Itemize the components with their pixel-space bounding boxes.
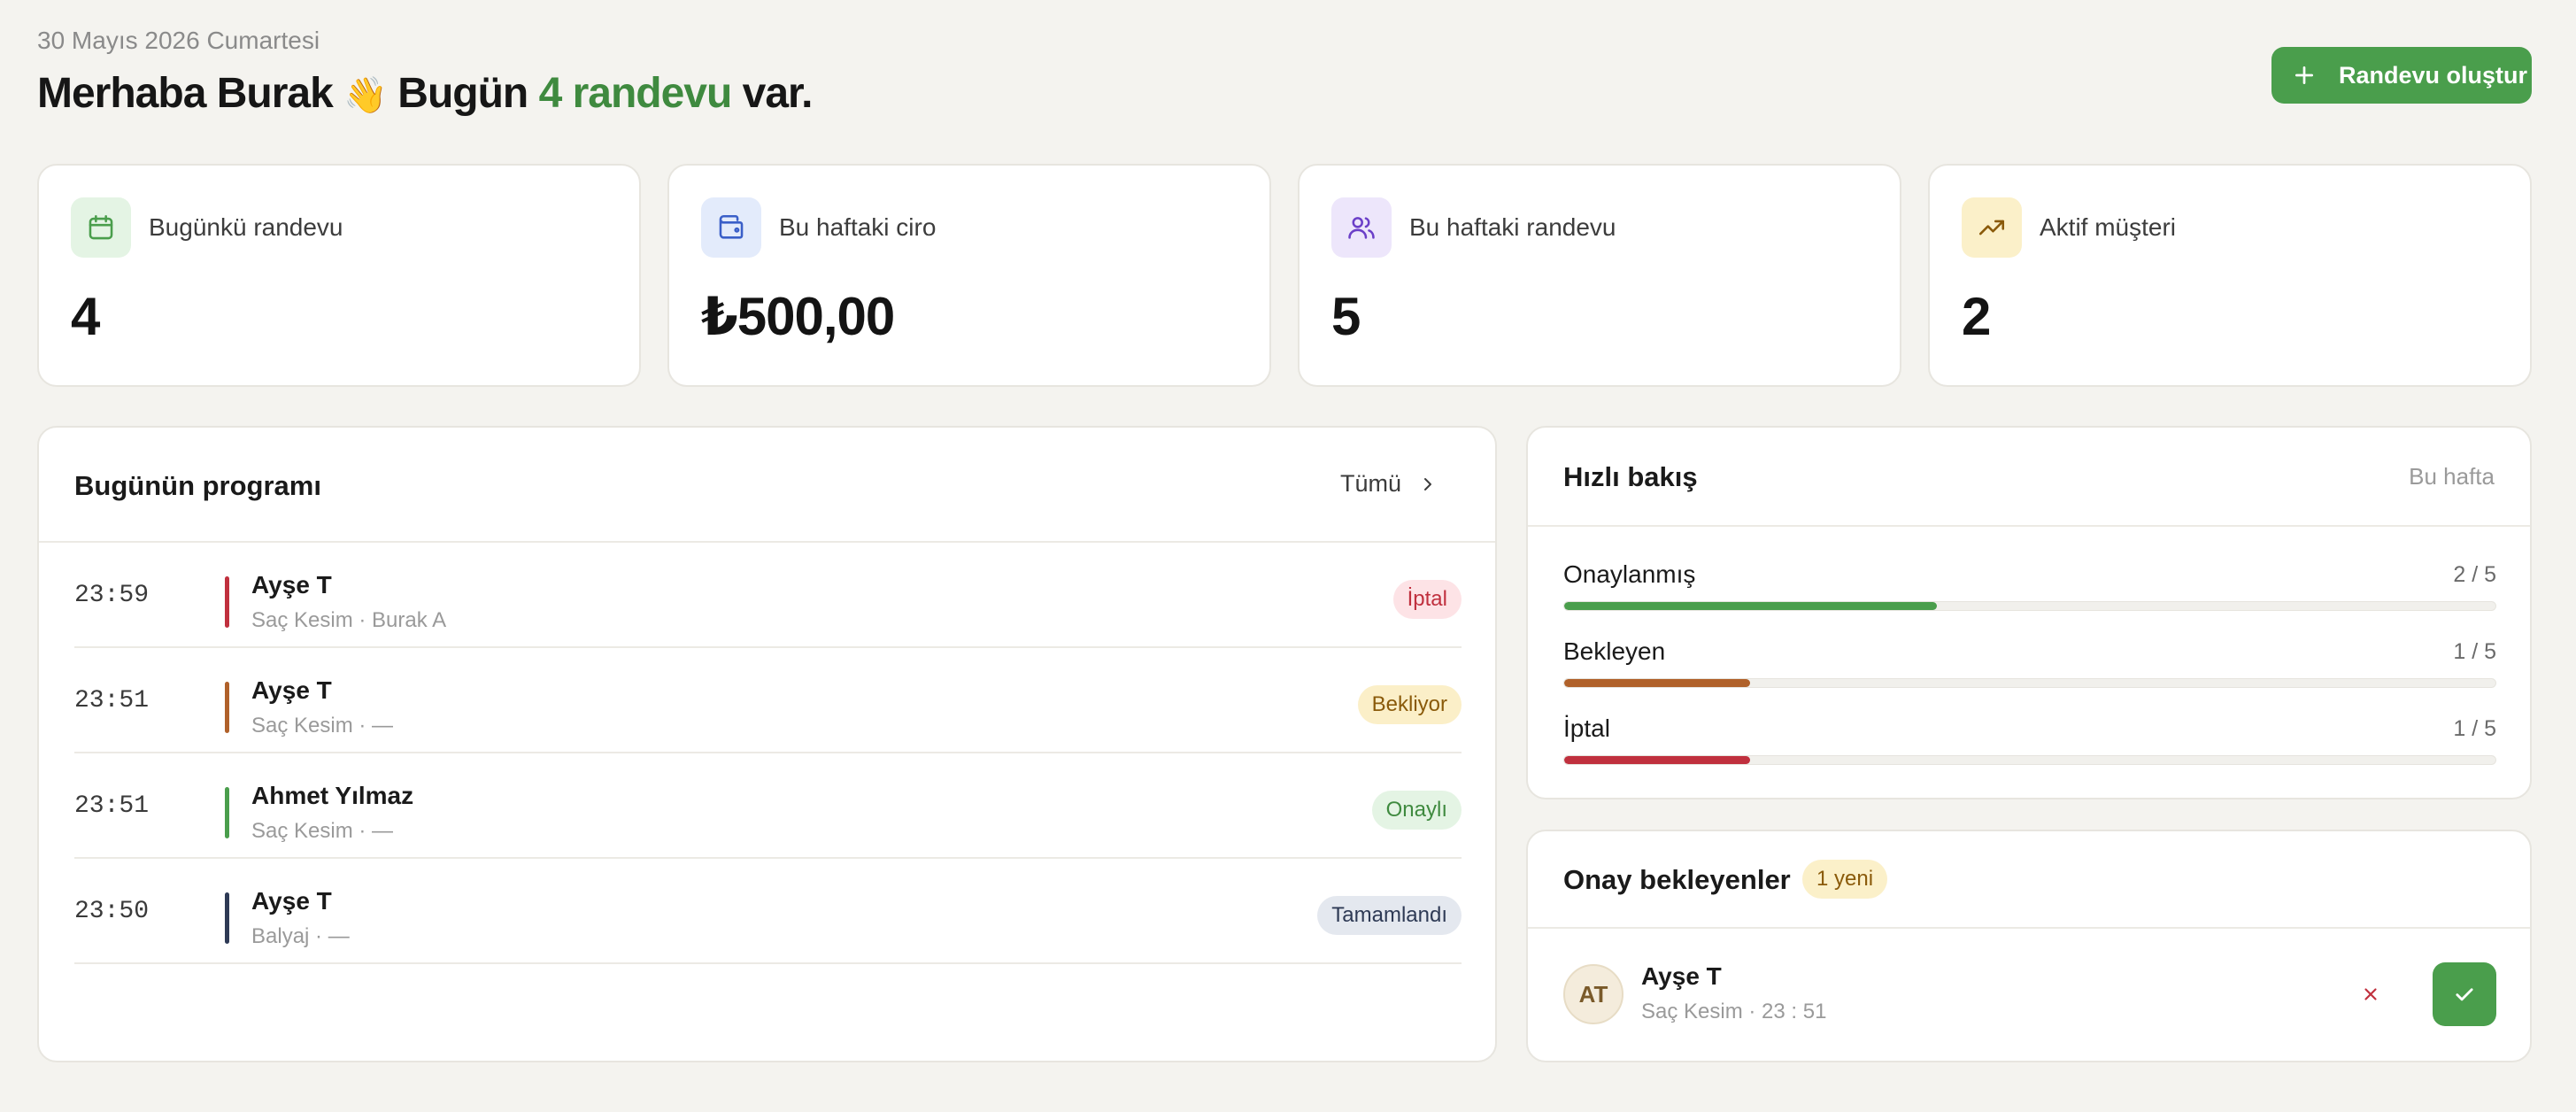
customer-name: Ayşe T xyxy=(251,887,332,915)
appointment-time: 23:59 xyxy=(74,582,150,609)
customer-name: Ayşe T xyxy=(251,676,332,704)
wave-emoji: 👋 xyxy=(343,75,388,116)
progress-track xyxy=(1563,678,2496,688)
users-icon xyxy=(1331,197,1392,258)
greeting-accent: 4 randevu xyxy=(538,70,733,117)
stat-label: Aktif müşteri xyxy=(2040,213,2177,241)
create-appointment-label: Randevu oluştur xyxy=(2339,61,2528,89)
appointment-time: 23:51 xyxy=(74,792,150,820)
status-bar xyxy=(225,892,229,944)
view-all-label: Tümü xyxy=(1339,470,1401,497)
close-icon xyxy=(2364,988,2377,1000)
progress-track xyxy=(1563,601,2496,611)
progress-label: İptal xyxy=(1563,714,1610,742)
status-badge: Bekliyor xyxy=(1357,685,1462,724)
pending-approvals-panel: Onay bekleyenler 1 yeni AT Ayşe T Saç Ke… xyxy=(1526,830,2532,1062)
period-label: Bu hafta xyxy=(2409,463,2495,490)
chevron-right-icon xyxy=(1424,477,1431,490)
panel-header: Bugünün programı Tümü xyxy=(39,428,1495,543)
greeting-prefix: Merhaba Burak xyxy=(37,70,334,117)
progress-fill xyxy=(1564,756,1751,764)
progress-track xyxy=(1563,755,2496,765)
create-appointment-button[interactable]: Randevu oluştur xyxy=(2271,47,2532,104)
check-icon xyxy=(2456,988,2473,1001)
appointment-time: 23:51 xyxy=(74,687,150,714)
calendar-icon xyxy=(71,197,131,258)
panel-header: Hızlı bakış Bu hafta xyxy=(1528,428,2530,527)
quick-overview-panel: Hızlı bakış Bu hafta Onaylanmış 2 / 5 Be… xyxy=(1526,426,2532,799)
progress-fill xyxy=(1564,679,1751,687)
stat-value: 5 xyxy=(1331,287,1361,346)
appointment-row[interactable]: 23:50 Ayşe T Balyaj · — Tamamlandı xyxy=(74,859,1462,964)
page-date: 30 Mayıs 2026 Cumartesi xyxy=(37,27,320,54)
appointment-row[interactable]: 23:51 Ahmet Yılmaz Saç Kesim · — Onaylı xyxy=(74,753,1462,859)
service-detail: Saç Kesim · Burak A xyxy=(251,608,447,632)
pending-customer-name: Ayşe T xyxy=(1641,962,1722,990)
progress-count: 1 / 5 xyxy=(2453,639,2496,664)
plus-icon xyxy=(2294,66,2314,85)
status-bar xyxy=(225,787,229,838)
progress-label: Onaylanmış xyxy=(1563,560,1696,588)
customer-name: Ayşe T xyxy=(251,571,332,598)
status-badge: Onaylı xyxy=(1371,791,1462,830)
greeting-suffix: var. xyxy=(731,70,814,117)
approve-button[interactable] xyxy=(2433,962,2496,1026)
service-detail: Balyaj · — xyxy=(251,924,350,948)
service-detail: Saç Kesim · — xyxy=(251,714,394,737)
appointment-row[interactable]: 23:59 Ayşe T Saç Kesim · Burak A İptal xyxy=(74,543,1462,648)
view-all-link[interactable]: Tümü xyxy=(1340,470,1438,498)
panel-title: Onay bekleyenler xyxy=(1563,864,1791,895)
customer-name: Ahmet Yılmaz xyxy=(251,782,414,809)
progress-count: 2 / 5 xyxy=(2453,562,2496,587)
progress-fill xyxy=(1564,602,1937,610)
stat-label: Bugünkü randevu xyxy=(149,213,343,241)
status-badge: Tamamlandı xyxy=(1317,896,1462,935)
stat-value: ₺500,00 xyxy=(701,287,895,346)
stat-card-weekly-appointments: Bu haftaki randevu 5 xyxy=(1298,164,1901,387)
stat-label: Bu haftaki randevu xyxy=(1409,213,1616,241)
stat-card-today: Bugünkü randevu 4 xyxy=(37,164,641,387)
stat-value: 2 xyxy=(1962,287,1991,346)
trending-up-icon xyxy=(1962,197,2022,258)
stat-label: Bu haftaki ciro xyxy=(779,213,937,241)
appointment-time: 23:50 xyxy=(74,898,150,925)
status-bar xyxy=(225,682,229,733)
reject-button[interactable] xyxy=(2351,975,2390,1014)
service-detail: Saç Kesim · — xyxy=(251,819,394,843)
progress-label: Bekleyen xyxy=(1563,637,1666,665)
status-bar xyxy=(225,576,229,628)
panel-header: Onay bekleyenler 1 yeni xyxy=(1528,831,2530,929)
stat-card-revenue: Bu haftaki ciro ₺500,00 xyxy=(667,164,1271,387)
page-greeting: Merhaba Burak 👋 Bugün 4 randevu var. xyxy=(37,69,814,118)
avatar: AT xyxy=(1563,964,1623,1024)
status-badge: İptal xyxy=(1392,580,1462,619)
todays-program-panel: Bugünün programı Tümü 23:59 Ayşe T Saç K… xyxy=(37,426,1497,1062)
panel-title: Hızlı bakış xyxy=(1563,461,1698,492)
stat-card-active-customers: Aktif müşteri 2 xyxy=(1928,164,2532,387)
new-count-badge: 1 yeni xyxy=(1802,860,1888,899)
progress-count: 1 / 5 xyxy=(2453,716,2496,741)
appointment-row[interactable]: 23:51 Ayşe T Saç Kesim · — Bekliyor xyxy=(74,648,1462,753)
panel-title: Bugünün programı xyxy=(74,470,321,501)
wallet-icon xyxy=(701,197,761,258)
pending-service-detail: Saç Kesim · 23 : 51 xyxy=(1641,1000,1827,1023)
greeting-mid: Bugün xyxy=(386,70,539,117)
stat-value: 4 xyxy=(71,287,100,346)
